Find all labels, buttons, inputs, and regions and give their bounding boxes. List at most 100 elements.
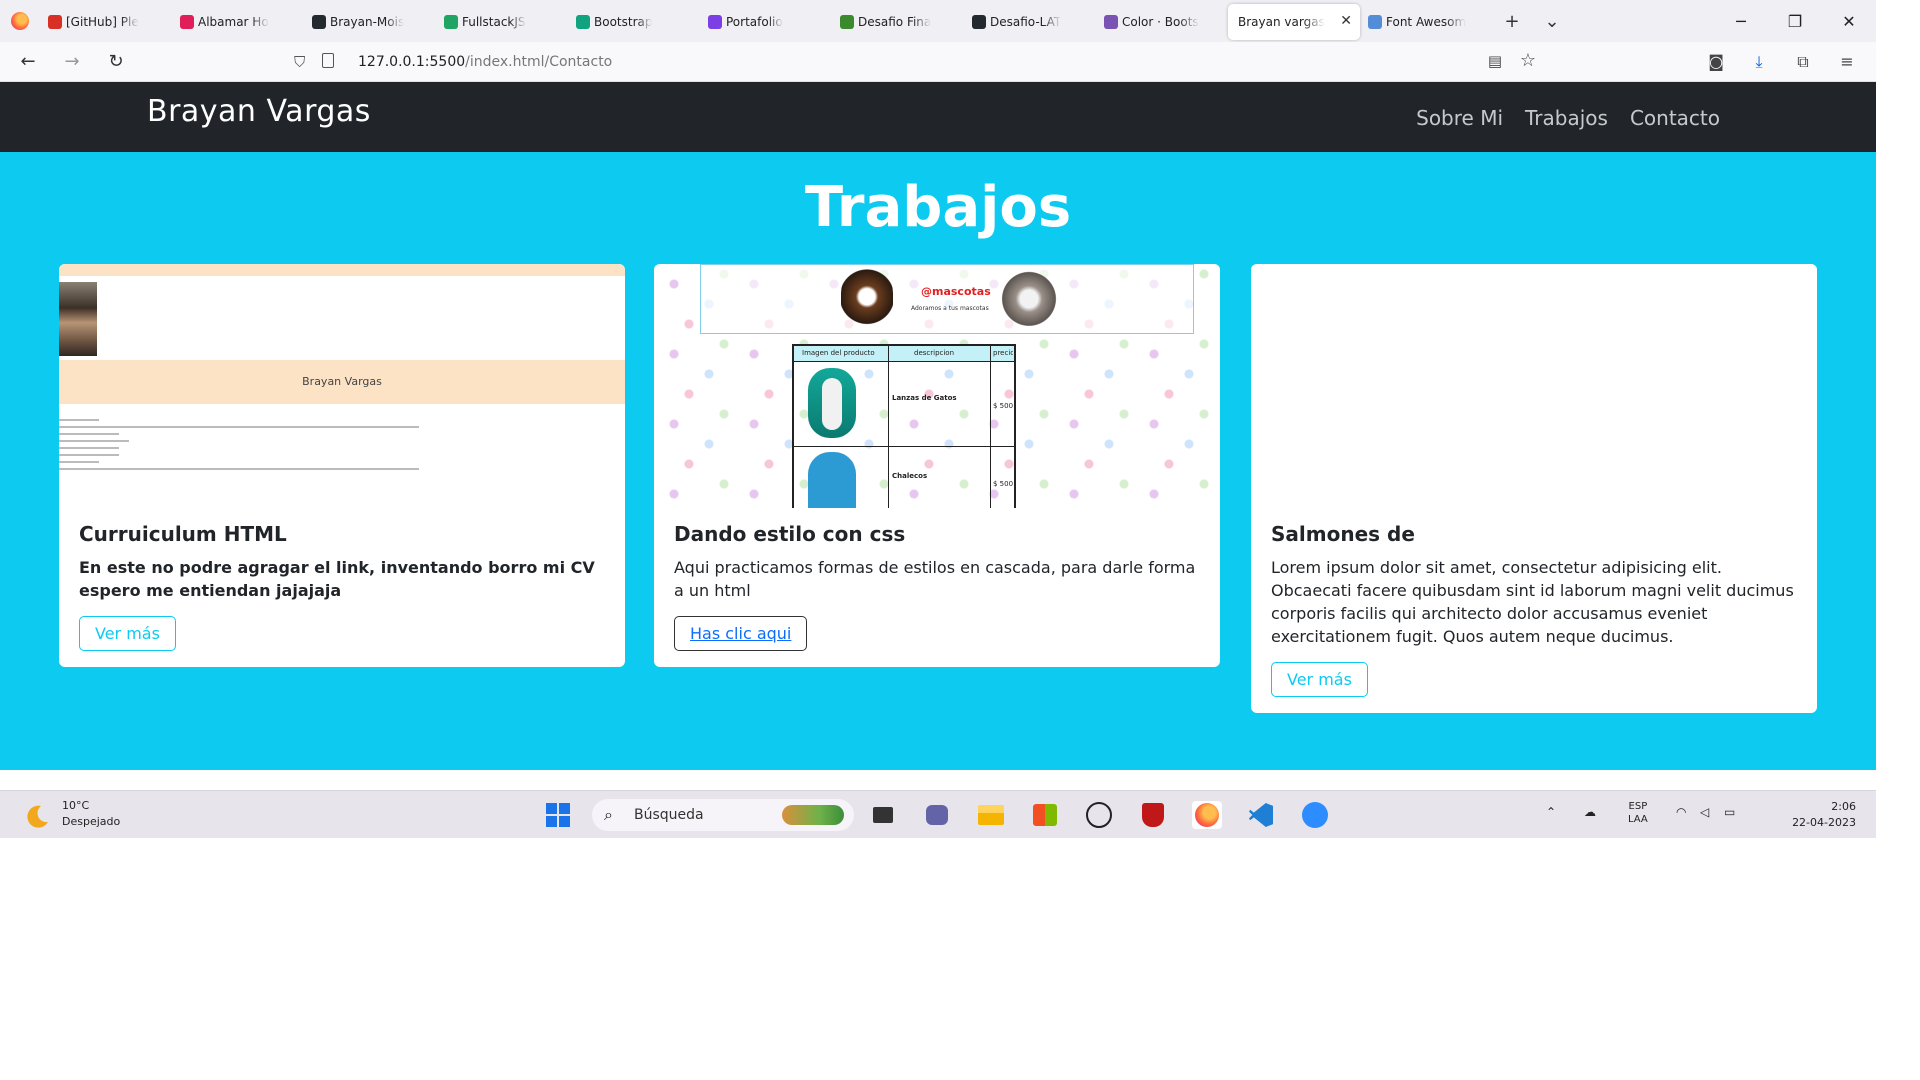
- firefox-taskbar-icon[interactable]: [1192, 801, 1222, 829]
- cat-image: [1001, 271, 1057, 333]
- list-all-tabs-button[interactable]: ⌄: [1532, 11, 1572, 32]
- vscode-icon[interactable]: [1246, 801, 1276, 829]
- search-placeholder: Búsqueda: [634, 807, 704, 823]
- close-tab-icon[interactable]: ✕: [1340, 13, 1352, 29]
- firefox-menu-icon[interactable]: [0, 12, 40, 30]
- thumb-name: Brayan Vargas: [59, 360, 625, 404]
- taskbar-clock[interactable]: 2:06 22-04-2023: [1792, 799, 1856, 831]
- table-cell: Lanzas de Gatos: [892, 394, 957, 402]
- reload-icon[interactable]: ↻: [102, 50, 130, 74]
- browser-tab[interactable]: Brayan vargas ✕: [1228, 4, 1360, 40]
- tracking-protection-icon[interactable]: ⛉: [294, 53, 305, 71]
- search-icon: ⌕: [604, 805, 613, 824]
- dell-icon[interactable]: [1084, 801, 1114, 829]
- close-window-icon[interactable]: ✕: [1822, 0, 1876, 42]
- battery-icon[interactable]: ▭: [1724, 805, 1735, 819]
- windows-start-icon[interactable]: [543, 801, 573, 829]
- table-header-cell: descripcion: [914, 349, 955, 357]
- browser-tab[interactable]: Color · Boots: [1096, 4, 1228, 40]
- table-header-cell: precio: [993, 349, 1013, 357]
- moon-weather-icon[interactable]: [24, 803, 50, 829]
- browser-tab[interactable]: Portafolio: [700, 4, 832, 40]
- weather-description[interactable]: Despejado: [62, 815, 120, 828]
- tab-label: Color · Boots: [1122, 15, 1199, 29]
- table-cell: Chalecos: [892, 472, 928, 480]
- teams-chat-icon[interactable]: [922, 801, 952, 829]
- product-image: [808, 452, 856, 508]
- browser-tab[interactable]: Desafio-LAT: [964, 4, 1096, 40]
- onedrive-cloud-icon[interactable]: ☁: [1584, 805, 1596, 819]
- tab-label: Portafolio: [726, 15, 783, 29]
- slack-icon: [180, 15, 194, 29]
- browser-tab-strip: [GitHub] Ple Albamar Ho Brayan-Mois Fullsta…: [0, 0, 1876, 42]
- pocket-icon[interactable]: ◙: [1705, 52, 1727, 72]
- reader-view-icon[interactable]: ▤: [1488, 52, 1502, 70]
- thumb-text-lines: [59, 414, 625, 475]
- browser-tab[interactable]: Albamar Ho: [172, 4, 304, 40]
- new-tab-button[interactable]: +: [1492, 11, 1532, 32]
- ver-mas-button[interactable]: Ver más: [79, 616, 176, 651]
- bookmark-star-icon[interactable]: ☆: [1520, 50, 1536, 71]
- back-icon[interactable]: ←: [14, 50, 42, 74]
- thumb-product-table: Imagen del producto descripcion precio L…: [792, 344, 1016, 508]
- wifi-icon[interactable]: ◠: [1676, 805, 1686, 819]
- tab-label: FullstackJS: [462, 15, 526, 29]
- ver-mas-button[interactable]: Ver más: [1271, 662, 1368, 697]
- gmail-icon: [48, 15, 62, 29]
- project-thumbnail-empty: [1251, 264, 1817, 508]
- table-cell: $ 500: [993, 402, 1014, 410]
- nav-link-sobre-mi[interactable]: Sobre Mi: [1416, 106, 1503, 130]
- tab-label: Albamar Ho: [198, 15, 269, 29]
- browser-tab[interactable]: Font Awesom: [1360, 4, 1492, 40]
- forward-icon[interactable]: →: [58, 50, 86, 74]
- microsoft-store-icon[interactable]: [1030, 801, 1060, 829]
- card-text: En este no podre agragar el link, invent…: [79, 558, 595, 600]
- card-title: Salmones de: [1271, 522, 1415, 546]
- product-image: [808, 368, 856, 438]
- browser-tab[interactable]: Desafio Fina: [832, 4, 964, 40]
- nav-link-trabajos[interactable]: Trabajos: [1525, 106, 1608, 130]
- project-card-cv: Brayan Vargas Curruiculum HTML En este n…: [59, 264, 625, 667]
- bootstrap-icon: [1104, 15, 1118, 29]
- mcafee-icon[interactable]: [1138, 801, 1168, 829]
- card-text: Aqui practicamos formas de estilos en ca…: [674, 558, 1196, 600]
- volume-icon[interactable]: ◁: [1700, 805, 1709, 819]
- project-card-salmones: Salmones de Lorem ipsum dolor sit amet, …: [1251, 264, 1817, 713]
- table-cell: $ 500: [993, 480, 1014, 488]
- section-title: Trabajos: [804, 175, 1072, 240]
- show-hidden-icons[interactable]: ⌃: [1546, 805, 1556, 819]
- extensions-icon[interactable]: ⧉: [1792, 52, 1814, 72]
- flag-icon: [1368, 15, 1382, 29]
- browser-tab[interactable]: Brayan-Mois: [304, 4, 436, 40]
- tab-label: Desafio-LAT: [990, 15, 1062, 29]
- project-thumbnail-pets: @mascotas Adoramos a tus mascotas Imagen…: [654, 264, 1220, 508]
- browser-tab[interactable]: [GitHub] Ple: [40, 4, 172, 40]
- file-explorer-icon[interactable]: [976, 801, 1006, 829]
- nav-link-contacto[interactable]: Contacto: [1630, 106, 1720, 130]
- github-icon: [312, 15, 326, 29]
- hamburger-menu-icon[interactable]: ≡: [1836, 52, 1858, 72]
- url-text[interactable]: 127.0.0.1:5500/index.html/Contacto: [358, 54, 612, 70]
- browser-tab[interactable]: Bootstrap: [568, 4, 700, 40]
- language-indicator[interactable]: ESP LAA: [1628, 800, 1648, 826]
- zoom-icon[interactable]: [1300, 801, 1330, 829]
- taskbar-search[interactable]: ⌕ Búsqueda: [592, 799, 854, 831]
- restore-icon[interactable]: ❐: [1768, 0, 1822, 42]
- downloads-icon[interactable]: ⤓: [1748, 52, 1770, 72]
- page-info-icon[interactable]: [322, 53, 334, 68]
- has-clic-aqui-button[interactable]: Has clic aqui: [674, 616, 808, 651]
- spreadsheet-icon: [840, 15, 854, 29]
- thumb-subtitle: Adoramos a tus mascotas: [911, 305, 989, 312]
- thumb-title: @mascotas: [921, 285, 991, 298]
- minimize-icon[interactable]: ─: [1714, 0, 1768, 42]
- weather-temperature[interactable]: 10°C: [62, 799, 89, 812]
- card-title: Dando estilo con css: [674, 522, 906, 546]
- url-bar[interactable]: ⛉ 127.0.0.1:5500/index.html/Contacto ▤ ☆: [280, 46, 1550, 78]
- project-card-css: @mascotas Adoramos a tus mascotas Imagen…: [654, 264, 1220, 667]
- windows-taskbar: 10°C Despejado ⌕ Búsqueda ⌃ ☁ ESP LAA ◠ ◁…: [0, 790, 1876, 838]
- github-icon: [972, 15, 986, 29]
- tab-label: Brayan vargas: [1238, 15, 1325, 29]
- browser-tab[interactable]: FullstackJS: [436, 4, 568, 40]
- site-brand[interactable]: Brayan Vargas: [147, 94, 371, 129]
- task-view-icon[interactable]: [868, 801, 898, 829]
